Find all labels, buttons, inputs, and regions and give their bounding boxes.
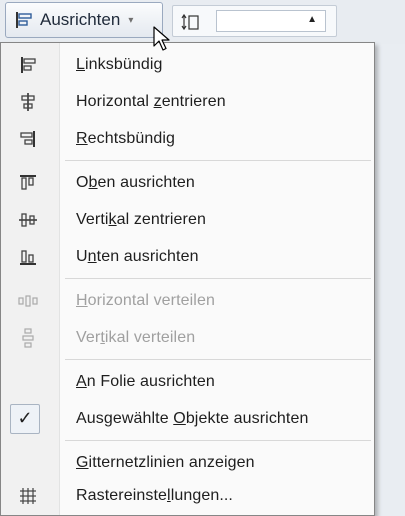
menu-item-align-selected-objects[interactable]: ✓ Ausgewählte Objekte ausrichten xyxy=(1,400,374,437)
menu-item-distribute-horizontal: Horizontal verteilen xyxy=(1,282,374,319)
menu-separator xyxy=(65,359,371,360)
distribute-horizontal-icon xyxy=(17,290,39,312)
align-center-icon xyxy=(17,91,39,113)
distribute-vertical-icon xyxy=(17,327,39,349)
align-dropdown-label: Ausrichten xyxy=(40,10,121,29)
menu-item-align-bottom[interactable]: Unten ausrichten xyxy=(1,238,374,275)
chevron-down-icon: ▾ xyxy=(128,14,134,26)
menu-item-label: Rastereinstellungen... xyxy=(76,486,233,504)
menu-item-center-horizontal[interactable]: Horizontal zentrieren xyxy=(1,83,374,120)
checkmark-icon: ✓ xyxy=(10,403,40,434)
grid-icon xyxy=(17,485,39,507)
menu-item-align-to-slide[interactable]: An Folie ausrichten xyxy=(1,363,374,400)
align-left-icon xyxy=(16,12,32,28)
align-bottom-icon xyxy=(17,246,39,268)
menu-item-label: Horizontal verteilen xyxy=(76,291,215,309)
align-left-icon xyxy=(17,54,39,76)
menu-item-label: Rechtsbündig xyxy=(76,129,176,147)
menu-item-show-gridlines[interactable]: Gitternetzlinien anzeigen xyxy=(1,444,374,481)
menu-item-label: Vertikal zentrieren xyxy=(76,210,206,228)
menu-item-label: Vertikal verteilen xyxy=(76,328,196,346)
menu-item-label: Linksbündig xyxy=(76,55,163,73)
align-middle-icon xyxy=(17,209,39,231)
align-dropdown-button[interactable]: Ausrichten ▾ xyxy=(5,2,163,38)
height-icon xyxy=(181,13,199,31)
height-input[interactable]: ▲ xyxy=(216,10,326,32)
mouse-cursor-icon xyxy=(153,26,170,51)
menu-item-grid-settings[interactable]: Rastereinstellungen... xyxy=(1,477,374,514)
menu-item-align-left[interactable]: Linksbündig xyxy=(1,46,374,83)
menu-item-label: Ausgewählte Objekte ausrichten xyxy=(76,409,309,427)
menu-item-center-vertical[interactable]: Vertikal zentrieren xyxy=(1,201,374,238)
spin-up-icon[interactable]: ▲ xyxy=(307,14,317,25)
menu-item-label: Gitternetzlinien anzeigen xyxy=(76,453,255,471)
menu-item-label: Unten ausrichten xyxy=(76,247,199,265)
menu-item-label: Horizontal zentrieren xyxy=(76,92,226,110)
menu-separator xyxy=(65,278,371,279)
menu-item-label: Oben ausrichten xyxy=(76,173,195,191)
menu-separator xyxy=(65,160,371,161)
ribbon-bar: Ausrichten ▾ ▲ xyxy=(0,0,405,44)
menu-item-distribute-vertical: Vertikal verteilen xyxy=(1,319,374,356)
menu-separator xyxy=(65,440,371,441)
menu-item-align-right[interactable]: Rechtsbündig xyxy=(1,120,374,157)
menu-item-align-top[interactable]: Oben ausrichten xyxy=(1,164,374,201)
menu-item-label: An Folie ausrichten xyxy=(76,372,215,390)
size-control: ▲ xyxy=(172,5,337,37)
align-menu: Linksbündig Horizontal zentrieren Rechts… xyxy=(0,42,375,516)
align-right-icon xyxy=(17,128,39,150)
align-top-icon xyxy=(17,172,39,194)
